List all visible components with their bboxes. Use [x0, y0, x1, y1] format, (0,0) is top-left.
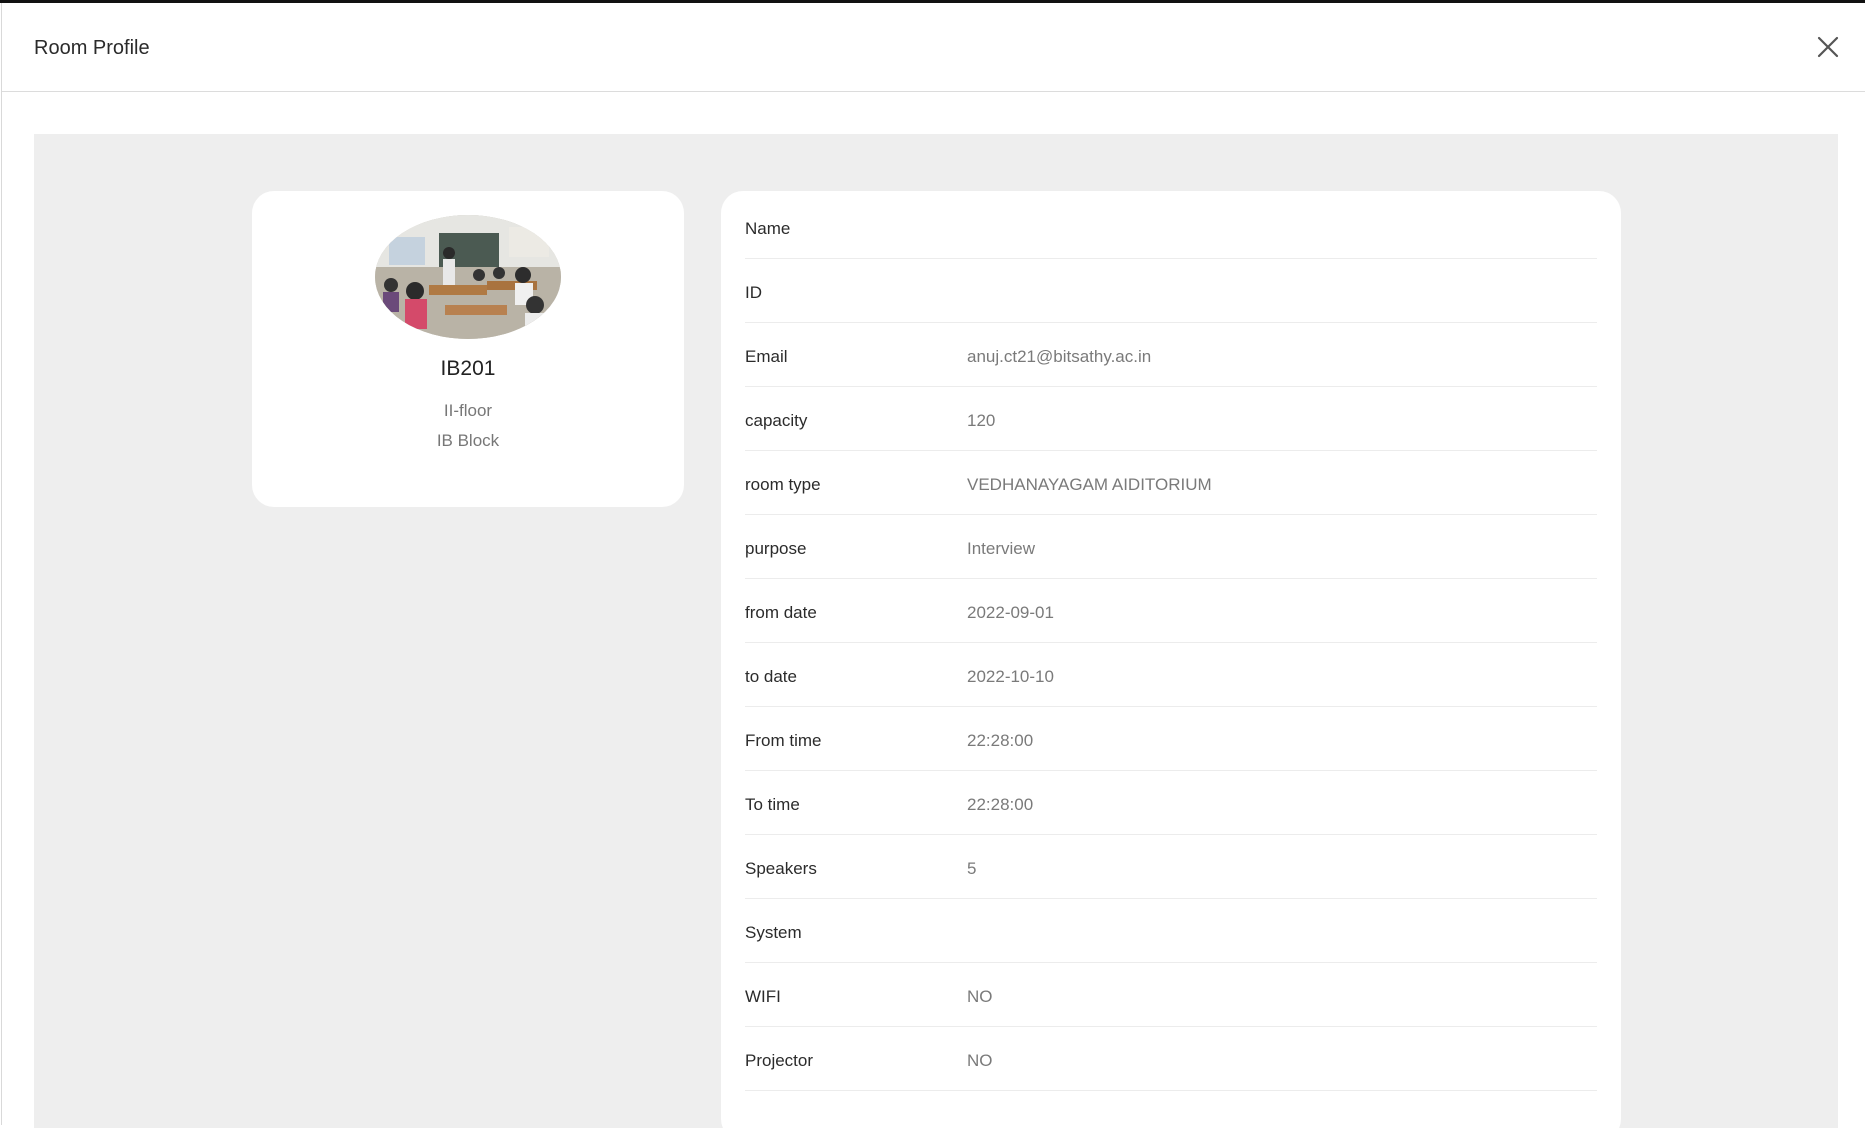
room-summary-card: IB201 II-floor IB Block [252, 191, 684, 507]
detail-row-from-date: from date 2022-09-01 [745, 579, 1597, 643]
detail-row-speakers: Speakers 5 [745, 835, 1597, 899]
classroom-photo [375, 215, 561, 339]
detail-label: From time [745, 731, 822, 750]
detail-label: WIFI [745, 987, 781, 1006]
detail-label: System [745, 923, 802, 942]
detail-label: capacity [745, 411, 808, 430]
modal-header: Room Profile [2, 3, 1865, 92]
detail-label: Projector [745, 1051, 814, 1070]
detail-value: 22:28:00 [967, 731, 1034, 750]
detail-row-capacity: capacity 120 [745, 387, 1597, 451]
detail-label: Name [745, 219, 791, 238]
detail-value: VEDHANAYAGAM AIDITORIUM [967, 475, 1212, 494]
detail-label: room type [745, 475, 821, 494]
detail-label: from date [745, 603, 817, 622]
detail-label: ID [745, 283, 762, 302]
detail-value: 2022-09-01 [967, 603, 1054, 622]
detail-row-purpose: purpose Interview [745, 515, 1597, 579]
detail-value: Interview [967, 539, 1036, 558]
room-photo [375, 215, 561, 339]
detail-label: Email [745, 347, 788, 366]
detail-value: anuj.ct21@bitsathy.ac.in [967, 347, 1152, 366]
detail-value: 2022-10-10 [967, 667, 1054, 686]
modal-body: IB201 II-floor IB Block Name ID Email an… [34, 134, 1838, 1141]
detail-row-from-time: From time 22:28:00 [745, 707, 1597, 771]
detail-label: To time [745, 795, 800, 814]
detail-label: Speakers [745, 859, 817, 878]
close-button[interactable] [1810, 29, 1846, 65]
close-icon [1817, 36, 1839, 58]
detail-row-name: Name [745, 195, 1597, 259]
room-floor: II-floor [443, 401, 493, 420]
room-details-card: Name ID Email anuj.ct21@bitsathy.ac.in c… [721, 191, 1621, 1141]
modal-title: Room Profile [34, 37, 150, 59]
detail-value: 120 [967, 411, 996, 430]
detail-row-email: Email anuj.ct21@bitsathy.ac.in [745, 323, 1597, 387]
detail-row-id: ID [745, 259, 1597, 323]
detail-value: NO [967, 1051, 993, 1070]
detail-row-wifi: WIFI NO [745, 963, 1597, 1027]
room-name: IB201 [440, 357, 496, 380]
room-profile-modal: Room Profile IB201 II-floor IB Block Nam… [1, 3, 1865, 1141]
detail-row-to-time: To time 22:28:00 [745, 771, 1597, 835]
detail-row-system: System [745, 899, 1597, 963]
detail-label: purpose [745, 539, 807, 558]
detail-row-projector: Projector NO [745, 1027, 1597, 1091]
detail-row-room-type: room type VEDHANAYAGAM AIDITORIUM [745, 451, 1597, 515]
detail-row-to-date: to date 2022-10-10 [745, 643, 1597, 707]
detail-value: 5 [967, 859, 977, 878]
detail-value: 22:28:00 [967, 795, 1034, 814]
room-block: IB Block [436, 431, 500, 450]
detail-label: to date [745, 667, 797, 686]
detail-value: NO [967, 987, 993, 1006]
